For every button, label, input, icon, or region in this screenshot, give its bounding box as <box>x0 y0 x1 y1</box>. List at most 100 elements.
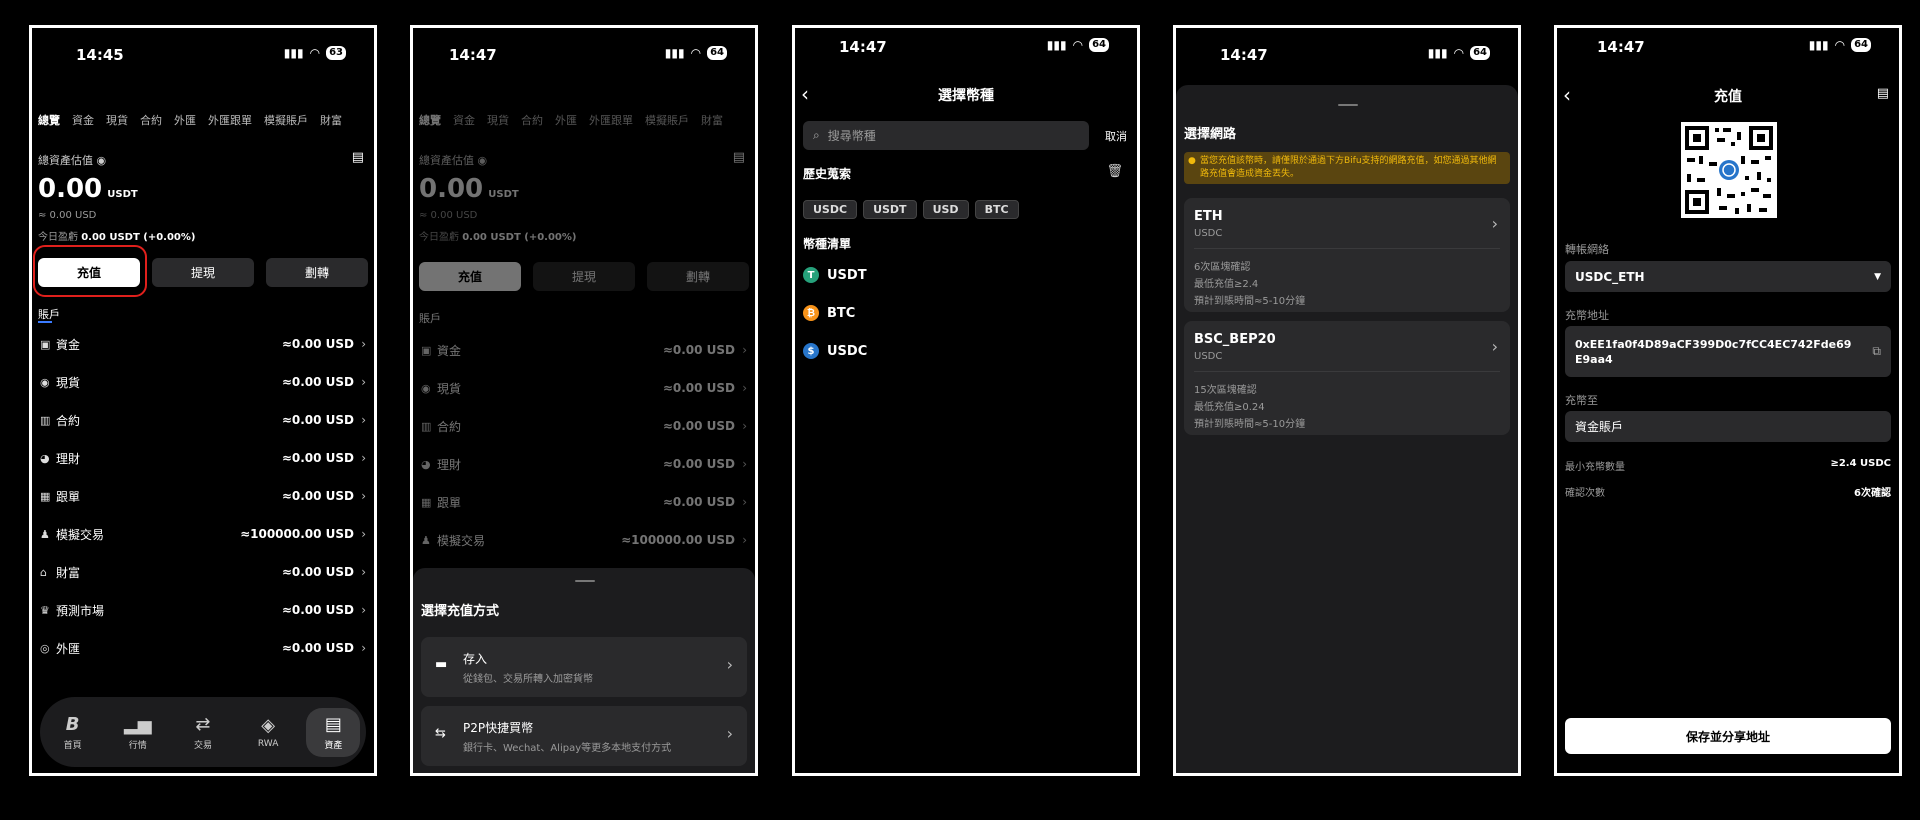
sheet-handle[interactable] <box>575 580 595 582</box>
screen-overview: 14:45 ▮▮▮ ◠ 63 總覽 資金 現貨 合約 外匯 外匯跟單 模擬賬戶 財富… <box>29 25 377 776</box>
chevron-right-icon: › <box>726 655 733 674</box>
network-name: BSC_BEP20 <box>1194 332 1276 347</box>
nav-trade[interactable]: ⇄ 交易 <box>176 714 230 751</box>
accounts-title: 賬戶 <box>419 312 441 325</box>
chevron-right-icon: › <box>1491 337 1498 356</box>
nav-label: RWA <box>257 739 279 749</box>
screen-select-network: 14:47 ▮▮▮ ◠ 64 選擇網路 ● 當您充值該幣時，請僅限於通過下方Bifu… <box>1173 25 1521 776</box>
to-account-field[interactable]: 資金賬戶 <box>1565 411 1891 442</box>
account-row[interactable]: ♟ 模擬交易 ≈100000.00 USD › <box>40 515 366 553</box>
account-row[interactable]: ♛ 預測市場 ≈0.00 USD › <box>40 591 366 629</box>
chevron-right-icon: › <box>361 337 366 351</box>
save-share-button[interactable]: 保存並分享地址 <box>1565 718 1891 754</box>
coin-row-usdt[interactable]: T USDT <box>803 256 1129 294</box>
tab-futures[interactable]: 合約 <box>140 112 162 128</box>
history-record-icon[interactable]: ▤ <box>1877 86 1889 101</box>
network-label: 轉帳網絡 <box>1565 243 1609 256</box>
option-p2p[interactable]: ⇆ P2P快捷買幣 銀行卡、Wechat、Alipay等更多本地支付方式 › <box>421 706 747 766</box>
history-chip[interactable]: USD <box>922 200 969 219</box>
copy-icon[interactable]: ⧉ <box>1872 344 1881 359</box>
option-deposit-crypto[interactable]: ▬ 存入 從錢包、交易所轉入加密貨幣 › <box>421 637 747 697</box>
signal-icon: ▮▮▮ <box>1046 38 1067 52</box>
account-value: ≈0.00 USD <box>662 457 735 471</box>
account-value: ≈100000.00 USD <box>621 533 735 547</box>
tab-spot: 現貨 <box>487 114 509 127</box>
search-icon: ⌕ <box>813 128 820 142</box>
account-row: ◕ 理財 ≈0.00 USD › <box>421 445 747 483</box>
account-label: 理財 <box>437 457 462 472</box>
withdraw-button[interactable]: 提現 <box>152 258 254 287</box>
network-warning: ● 當您充值該幣時，請僅限於通過下方Bifu支持的網路充值，如您通過其他網路充值… <box>1184 152 1510 184</box>
trash-icon[interactable]: 🗑 <box>1106 164 1123 179</box>
tab-wealth[interactable]: 財富 <box>320 112 342 128</box>
pie-icon: ◕ <box>40 451 50 465</box>
trade-icon: ⇄ <box>195 713 211 735</box>
deposit-highlight-ring <box>33 245 147 297</box>
history-chips: USDC USDT USD BTC <box>803 198 1025 219</box>
eye-icon[interactable]: ◉ <box>97 154 107 167</box>
spot-icon: ◉ <box>421 381 431 395</box>
home-icon: B <box>65 713 80 735</box>
record-icon[interactable]: ▤ <box>352 150 364 165</box>
nav-rwa[interactable]: ◈ RWA <box>241 715 295 749</box>
dropdown-caret-icon: ▼ <box>1874 271 1881 282</box>
option-title: P2P快捷買幣 <box>463 721 534 735</box>
tab-forex[interactable]: 外匯 <box>174 112 196 128</box>
network-select[interactable]: USDC_ETH ▼ <box>1565 261 1891 292</box>
wallet-icon: ▬ <box>435 657 448 672</box>
account-value: ≈0.00 USD <box>281 451 354 465</box>
network-card-eth[interactable]: ETH USDC › 6次區塊確認 最低充值≥2.4 預計到賬時間≈5-10分鐘 <box>1184 198 1510 312</box>
history-chip[interactable]: BTC <box>974 200 1019 219</box>
tab-funding[interactable]: 資金 <box>72 112 94 128</box>
account-list: ▣ 資金 ≈0.00 USD › ◉ 現貨 ≈0.00 USD › ▥ 合約 ≈0.00 USD… <box>421 331 747 597</box>
coin-row-btc[interactable]: ₿ BTC <box>803 294 1129 332</box>
account-row[interactable]: ◎ 外匯 ≈0.00 USD › <box>40 629 366 667</box>
withdraw-button: 提現 <box>533 262 635 291</box>
accounts-title: 賬戶 <box>38 308 60 321</box>
account-row: ◉ 現貨 ≈0.00 USD › <box>421 369 747 407</box>
tab-demo[interactable]: 模擬賬戶 <box>264 112 308 128</box>
divider <box>1194 248 1500 249</box>
usdt-icon: T <box>803 267 819 283</box>
account-row[interactable]: ▦ 跟單 ≈0.00 USD › <box>40 477 366 515</box>
tab-spot[interactable]: 現貨 <box>106 112 128 128</box>
tab-forex-copy[interactable]: 外匯跟單 <box>208 112 252 128</box>
transfer-button[interactable]: 劃轉 <box>266 258 368 287</box>
balance-row: 0.00 USDT <box>38 174 138 204</box>
qr-code <box>1681 122 1777 218</box>
history-chip[interactable]: USDC <box>803 200 858 219</box>
list-title: 幣種清單 <box>803 237 852 251</box>
network-sheet: 選擇網路 ● 當您充值該幣時，請僅限於通過下方Bifu支持的網路充值，如您通過其… <box>1176 85 1518 773</box>
wifi-icon: ◠ <box>1072 38 1084 52</box>
balance-value: 0.00 <box>38 174 103 204</box>
screen-select-coin: 14:47 ▮▮▮ ◠ 64 ‹ 選擇幣種 ⌕ 搜尋幣種 取消 歷史蒐索 🗑 USD… <box>792 25 1140 776</box>
coin-row-usdc[interactable]: $ USDC <box>803 332 1129 370</box>
account-label: 現貨 <box>56 375 81 390</box>
account-row[interactable]: ◉ 現貨 ≈0.00 USD › <box>40 363 366 401</box>
nav-assets[interactable]: ▤ 資產 <box>306 707 361 757</box>
account-value: ≈0.00 USD <box>281 603 354 617</box>
asset-label: 總資產估值 <box>419 154 474 167</box>
account-value: ≈0.00 USD <box>281 337 354 351</box>
wifi-icon: ◠ <box>1834 38 1846 52</box>
network-name: ETH <box>1194 209 1223 224</box>
account-row[interactable]: ◕ 理財 ≈0.00 USD › <box>40 439 366 477</box>
search-input[interactable]: ⌕ 搜尋幣種 <box>803 121 1089 150</box>
status-icons: ▮▮▮ ◠ 63 <box>284 46 346 60</box>
to-value: 資金賬戶 <box>1575 420 1624 434</box>
account-label: 理財 <box>56 451 81 466</box>
history-title: 歷史蒐索 <box>803 167 852 181</box>
nav-market[interactable]: ▂▅ 行情 <box>111 714 165 751</box>
option-title: 存入 <box>463 652 488 666</box>
account-row[interactable]: ▣ 資金 ≈0.00 USD › <box>40 325 366 363</box>
account-row[interactable]: ⌂ 財富 ≈0.00 USD › <box>40 553 366 591</box>
nav-home[interactable]: B 首頁 <box>46 714 100 751</box>
tab-overview[interactable]: 總覽 <box>38 112 60 128</box>
screen-deposit-method: 14:47 ▮▮▮ ◠ 64 總覽 資金 現貨 合約 外匯 外匯跟單 模擬賬戶 財富… <box>410 25 758 776</box>
signal-icon: ▮▮▮ <box>1808 38 1829 52</box>
sheet-handle[interactable] <box>1338 104 1358 106</box>
history-chip[interactable]: USDT <box>863 200 917 219</box>
network-card-bsc[interactable]: BSC_BEP20 USDC › 15次區塊確認 最低充值≥0.24 預計到賬時… <box>1184 321 1510 435</box>
account-row[interactable]: ▥ 合約 ≈0.00 USD › <box>40 401 366 439</box>
cancel-button[interactable]: 取消 <box>1105 128 1127 144</box>
